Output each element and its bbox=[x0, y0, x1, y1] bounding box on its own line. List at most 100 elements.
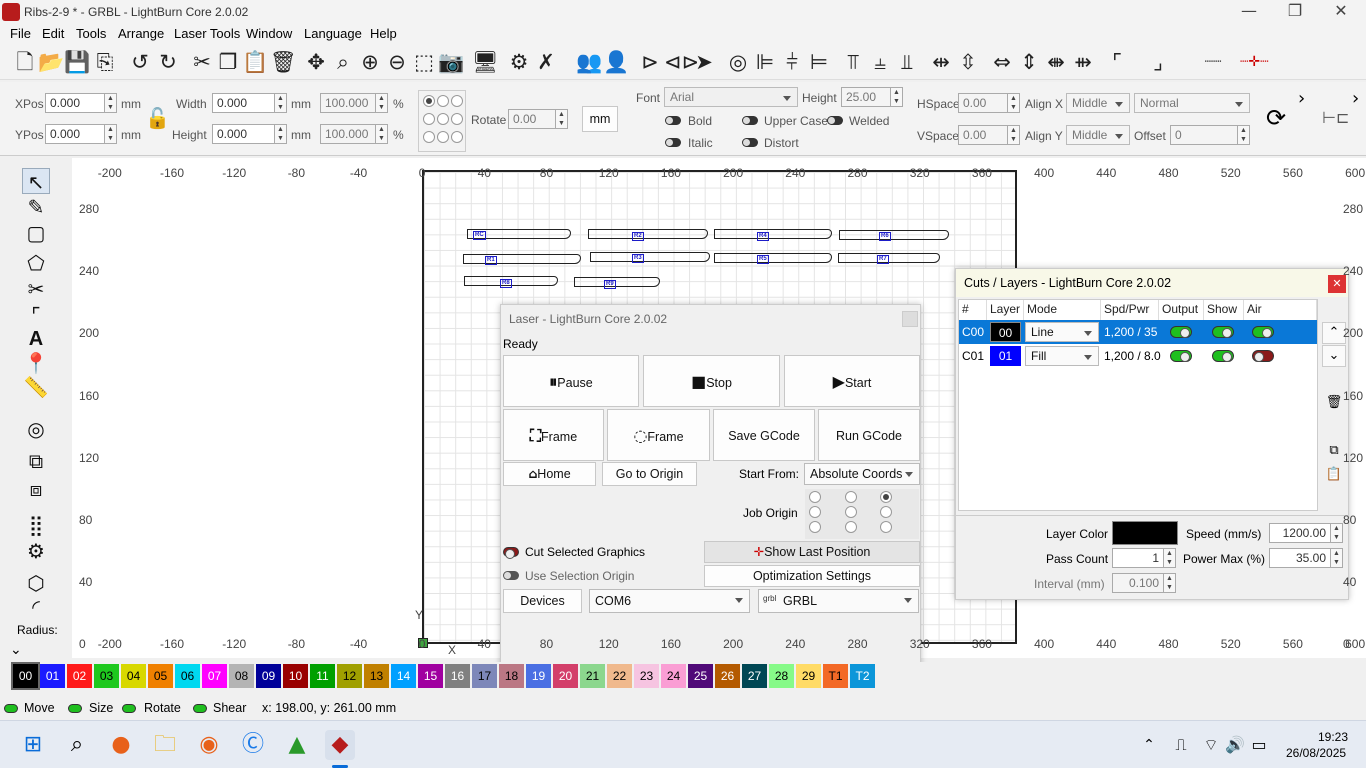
import-icon[interactable]: ⎘ bbox=[92, 48, 118, 76]
palette-swatch[interactable]: 08 bbox=[229, 664, 254, 688]
corner-tool-icon[interactable]: ⌜ bbox=[22, 302, 50, 328]
pen-tool-icon[interactable]: ✎ bbox=[22, 194, 50, 220]
grid-array-icon[interactable]: ⣿ bbox=[22, 512, 50, 538]
menu-edit[interactable]: Edit bbox=[42, 26, 64, 41]
circular-array-icon[interactable]: ⚙ bbox=[22, 538, 50, 564]
palette-swatch[interactable]: 18 bbox=[499, 664, 524, 688]
crosshair-line-icon[interactable]: ┈✛┈ bbox=[1240, 48, 1269, 76]
show-toggle[interactable] bbox=[1212, 350, 1234, 362]
dots-line-icon[interactable]: ┈┈ bbox=[1200, 48, 1226, 76]
cut-selected-toggle[interactable] bbox=[503, 547, 519, 559]
array-copy-icon[interactable]: ⧉ bbox=[22, 448, 50, 474]
menu-arrange[interactable]: Arrange bbox=[118, 26, 164, 41]
file-explorer-icon[interactable]: 🗀 bbox=[150, 730, 180, 760]
open-folder-icon[interactable]: 📂 bbox=[38, 48, 64, 76]
app-triangle-icon[interactable]: ▲ bbox=[282, 730, 312, 760]
user-icon[interactable]: 👤 bbox=[603, 48, 629, 76]
rotate-input[interactable]: 0.00 bbox=[508, 109, 556, 129]
palette-swatch[interactable]: 19 bbox=[526, 664, 551, 688]
power-max-spinner[interactable]: ▲ ▼ bbox=[1331, 548, 1343, 568]
text-mode-select[interactable]: Normal bbox=[1134, 93, 1250, 113]
palette-swatch[interactable]: 07 bbox=[202, 664, 227, 688]
corner-icon[interactable]: ⌜ bbox=[1104, 48, 1130, 76]
offset-tool-icon[interactable]: ◎ bbox=[22, 416, 50, 442]
polygon-tool-icon[interactable]: ⬠ bbox=[22, 250, 50, 276]
job-origin-radio[interactable] bbox=[880, 506, 892, 518]
start-button[interactable]: ▶Start bbox=[784, 355, 920, 407]
mode-select[interactable]: Fill bbox=[1025, 346, 1099, 366]
target-icon[interactable]: ◎ bbox=[725, 48, 751, 76]
font-height-spinner[interactable]: ▲ ▼ bbox=[891, 87, 903, 107]
menu-window[interactable]: Window bbox=[246, 26, 292, 41]
palette-swatch[interactable]: 06 bbox=[175, 664, 200, 688]
start-from-select[interactable]: Absolute Coords bbox=[804, 463, 920, 485]
select-tool-icon[interactable]: ↖ bbox=[22, 168, 50, 194]
use-selection-origin-toggle[interactable] bbox=[503, 571, 519, 580]
position-pin-icon[interactable]: 📍 bbox=[22, 350, 50, 376]
run-gcode-button[interactable]: Run GCode bbox=[818, 409, 920, 461]
panel-icon[interactable]: ⊢⊏ bbox=[1322, 108, 1349, 127]
size-toggle[interactable] bbox=[68, 704, 82, 713]
width-input[interactable]: 0.000 bbox=[212, 93, 275, 113]
palette-swatch[interactable]: 10 bbox=[283, 664, 308, 688]
pass-count-input[interactable]: 1 bbox=[1112, 548, 1164, 568]
palette-swatch[interactable]: 12 bbox=[337, 664, 362, 688]
units-toggle-button[interactable]: mm bbox=[582, 106, 618, 132]
chevron-up-icon[interactable]: ⌃ bbox=[1134, 730, 1164, 760]
palette-swatch[interactable]: T1 bbox=[823, 664, 848, 688]
menu-language[interactable]: Language bbox=[304, 26, 362, 41]
rib-shape[interactable] bbox=[574, 277, 660, 287]
copy-icon[interactable]: ❐ bbox=[215, 48, 241, 76]
menu-file[interactable]: File bbox=[10, 26, 31, 41]
paste-layer-icon[interactable]: 📋 bbox=[1322, 465, 1346, 487]
palette-swatch[interactable]: 21 bbox=[580, 664, 605, 688]
align-left-icon[interactable]: ⊫ bbox=[752, 48, 778, 76]
usb-icon[interactable]: ⎍ bbox=[1166, 730, 1196, 760]
italic-toggle[interactable] bbox=[665, 138, 681, 147]
align-y-select[interactable]: Middle bbox=[1066, 125, 1130, 145]
scale-y-input[interactable]: 100.000 bbox=[320, 124, 376, 144]
job-origin-radio[interactable] bbox=[845, 491, 857, 503]
job-origin-radio[interactable] bbox=[880, 491, 892, 503]
maximize-button[interactable]: ❐ bbox=[1272, 0, 1318, 24]
windows-start-icon[interactable]: ⊞ bbox=[18, 730, 48, 760]
send-icon[interactable]: ➤ bbox=[691, 48, 717, 76]
palette-swatch[interactable]: 03 bbox=[94, 664, 119, 688]
delete-icon[interactable]: 🗑 bbox=[270, 48, 297, 76]
width-spinner[interactable]: ▲ ▼ bbox=[275, 93, 287, 113]
lightburn-taskbar-icon[interactable]: ◆ bbox=[325, 730, 355, 760]
height-input[interactable]: 0.000 bbox=[212, 124, 275, 144]
table-row[interactable]: C01 01 Fill 1,200 / 8.0 bbox=[959, 344, 1317, 368]
table-row[interactable]: C00 00 Line 1,200 / 35 bbox=[959, 320, 1317, 344]
laser-window-close-button[interactable] bbox=[902, 311, 918, 327]
palette-swatch[interactable]: 29 bbox=[796, 664, 821, 688]
port-select[interactable]: COM6 bbox=[589, 589, 750, 613]
palette-swatch[interactable]: 00 bbox=[11, 662, 40, 690]
mode-select[interactable]: Line bbox=[1025, 322, 1099, 342]
group-icon[interactable]: 👥 bbox=[576, 48, 602, 76]
go-to-origin-button[interactable]: Go to Origin bbox=[602, 462, 697, 486]
palette-swatch[interactable]: 11 bbox=[310, 664, 335, 688]
mirror-icon[interactable]: ⊳ bbox=[637, 48, 663, 76]
save-gcode-button[interactable]: Save GCode bbox=[713, 409, 815, 461]
space-equal-icon[interactable]: ⇻ bbox=[1070, 48, 1096, 76]
interval-spinner[interactable]: ▲ ▼ bbox=[1164, 573, 1176, 593]
rib-shape[interactable] bbox=[590, 252, 710, 262]
settings-icon[interactable]: ⚙ bbox=[506, 48, 532, 76]
palette-swatch[interactable]: 15 bbox=[418, 664, 443, 688]
welded-toggle[interactable] bbox=[827, 116, 843, 125]
menu-laser-tools[interactable]: Laser Tools bbox=[174, 26, 240, 41]
minimize-button[interactable]: — bbox=[1226, 0, 1272, 24]
select-frame-icon[interactable]: ⬚ bbox=[411, 48, 437, 76]
anchor-radio[interactable] bbox=[437, 113, 449, 125]
boolean-icon[interactable]: ⧈ bbox=[22, 476, 50, 502]
job-origin-radio[interactable] bbox=[809, 506, 821, 518]
speed-input[interactable]: 1200.00 bbox=[1269, 523, 1331, 543]
distribute-h-icon[interactable]: ⇹ bbox=[928, 48, 954, 76]
scale-x-spinner[interactable]: ▲ ▼ bbox=[376, 93, 388, 113]
anchor-radio[interactable] bbox=[437, 95, 449, 107]
app-icon[interactable]: ◉ bbox=[194, 730, 224, 760]
rotate-toggle[interactable] bbox=[122, 704, 136, 713]
lock-icon[interactable]: 🔓 bbox=[145, 106, 170, 130]
font-select[interactable]: Arial bbox=[664, 87, 798, 107]
